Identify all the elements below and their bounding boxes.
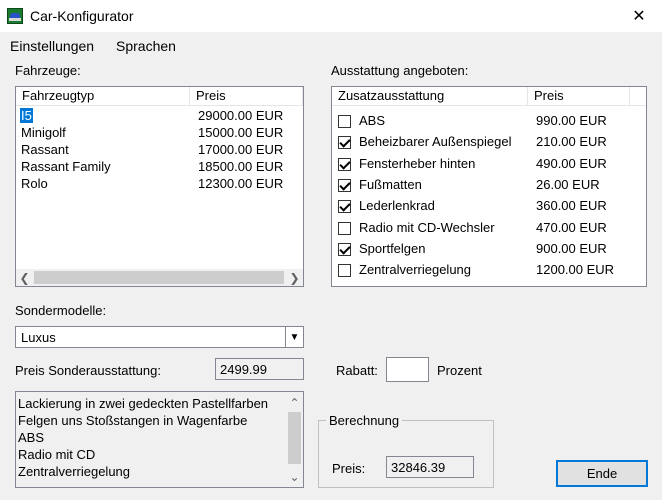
close-button[interactable]: ✕ [616, 0, 662, 32]
fahrzeuge-label: Fahrzeuge: [15, 63, 81, 78]
equipment-name-cell: ABS [359, 113, 386, 128]
vehicle-list-hscrollbar[interactable]: ❮ ❯ [16, 269, 303, 286]
vehicle-type-cell: I5 [20, 108, 33, 123]
checkbox-unchecked-icon[interactable] [338, 264, 351, 278]
menu-einstellungen[interactable]: Einstellungen [10, 38, 94, 54]
vehicle-price-cell: 15000.00 EUR [198, 125, 284, 140]
table-row[interactable]: Fußmatten 26.00 EUR [332, 177, 646, 197]
checkbox-unchecked-icon[interactable] [338, 221, 351, 235]
table-row[interactable]: Rolo 12300.00 EUR [16, 176, 303, 193]
feature-line: Zentralverriegelung [18, 464, 131, 479]
column-header-zusatzausstattung[interactable]: Zusatzausstattung [332, 87, 528, 106]
table-row[interactable]: Rassant Family 18500.00 EUR [16, 159, 303, 176]
preis-sonder-field: 2499.99 [215, 358, 304, 380]
equipment-name-cell: Lederlenkrad [359, 198, 435, 214]
sonder-features-textbox[interactable]: Lackierung in zwei gedeckten Pastellfarb… [15, 391, 304, 488]
checkbox-checked-icon[interactable] [338, 200, 351, 214]
window-title: Car-Konfigurator [30, 8, 134, 24]
features-vscrollbar[interactable]: ⌃ ⌄ [286, 392, 303, 487]
scroll-left-icon[interactable]: ❮ [16, 269, 33, 286]
table-row[interactable]: I5 29000.00 EUR [16, 108, 303, 125]
preis-sonder-value: 2499.99 [220, 362, 267, 377]
vehicle-price-cell: 18500.00 EUR [198, 159, 284, 174]
ende-button[interactable]: Ende [556, 460, 648, 487]
table-row[interactable]: Radio mit CD-Wechsler 470.00 EUR [332, 220, 646, 240]
equipment-name-cell: Zentralverriegelung [359, 262, 472, 278]
checkbox-unchecked-icon[interactable] [338, 115, 351, 128]
vehicle-list[interactable]: Fahrzeugtyp Preis I5 29000.00 EUR Minigolf… [15, 86, 304, 287]
vehicle-type-cell: Rassant [21, 142, 69, 157]
equipment-price-cell: 26.00 EUR [536, 176, 600, 192]
checkbox-checked-icon[interactable] [338, 242, 351, 256]
rabatt-label: Rabatt: [336, 363, 378, 378]
scroll-thumb[interactable] [288, 412, 301, 464]
chevron-down-icon[interactable]: ▼ [285, 327, 303, 347]
ausstattung-label: Ausstattung angeboten: [331, 63, 469, 78]
equipment-list[interactable]: Zusatzausstattung Preis ABS 990.00 EUR Beh… [331, 86, 647, 287]
vehicle-price-cell: 17000.00 EUR [198, 142, 284, 157]
table-row[interactable]: Sportfelgen 900.00 EUR [332, 241, 646, 261]
preis-label: Preis: [332, 461, 366, 476]
feature-line: Radio mit CD [18, 447, 96, 462]
column-header-fahrzeugtyp[interactable]: Fahrzeugtyp [16, 87, 190, 106]
vehicle-list-header: Fahrzeugtyp Preis [16, 87, 303, 106]
sondermodelle-combobox[interactable]: Luxus ▼ [15, 326, 304, 348]
sondermodelle-label: Sondermodelle: [15, 303, 107, 318]
equipment-price-cell: 990.00 EUR [536, 113, 607, 128]
equipment-name-cell: Fußmatten [359, 176, 422, 192]
prozent-label: Prozent [437, 363, 482, 378]
feature-line: ABS [18, 430, 45, 445]
table-row[interactable]: Fensterheber hinten 490.00 EUR [332, 156, 646, 176]
scroll-thumb[interactable] [34, 271, 284, 284]
equipment-price-cell: 900.00 EUR [536, 240, 607, 256]
equipment-list-header: Zusatzausstattung Preis [332, 87, 646, 106]
vehicle-price-cell: 29000.00 EUR [198, 108, 284, 123]
checkbox-checked-icon[interactable] [338, 157, 351, 171]
berechnung-title: Berechnung [326, 413, 403, 428]
table-row[interactable]: Minigolf 15000.00 EUR [16, 125, 303, 142]
equipment-price-cell: 360.00 EUR [536, 198, 607, 214]
equipment-name-cell: Sportfelgen [359, 240, 426, 256]
vehicle-price-cell: 12300.00 EUR [198, 176, 284, 191]
menu-sprachen[interactable]: Sprachen [116, 38, 176, 54]
preis-field: 32846.39 [386, 456, 474, 478]
table-row[interactable]: Rassant 17000.00 EUR [16, 142, 303, 159]
equipment-price-cell: 470.00 EUR [536, 219, 607, 235]
equipment-name-cell: Fensterheber hinten [359, 155, 476, 171]
equipment-price-cell: 210.00 EUR [536, 134, 607, 150]
table-row[interactable]: ABS 990.00 EUR [332, 113, 646, 133]
feature-line: Lackierung in zwei gedeckten Pastellfarb… [18, 396, 269, 411]
preis-value: 32846.39 [391, 460, 446, 475]
table-row[interactable]: Beheizbarer Außenspiegel 210.00 EUR [332, 134, 646, 154]
table-row[interactable]: Lederlenkrad 360.00 EUR [332, 198, 646, 218]
equipment-name-cell: Radio mit CD-Wechsler [359, 219, 495, 235]
rabatt-input[interactable] [386, 357, 429, 382]
title-bar: Car-Konfigurator ✕ [0, 0, 662, 32]
menu-bar: Einstellungen Sprachen [0, 36, 662, 56]
preis-sonder-label: Preis Sonderausstattung: [15, 363, 161, 378]
scroll-down-icon[interactable]: ⌄ [286, 468, 303, 485]
column-header-filler [630, 87, 646, 106]
vehicle-type-cell: Minigolf [21, 125, 66, 140]
combobox-value: Luxus [21, 330, 56, 345]
checkbox-checked-icon[interactable] [338, 136, 351, 150]
column-header-preis[interactable]: Preis [190, 87, 303, 106]
checkbox-checked-icon[interactable] [338, 178, 351, 192]
table-row[interactable]: Zentralverriegelung 1200.00 EUR [332, 262, 646, 282]
equipment-price-cell: 1200.00 EUR [536, 262, 615, 278]
vehicle-type-cell: Rassant Family [21, 159, 111, 174]
equipment-name-cell: Beheizbarer Außenspiegel [359, 134, 512, 150]
feature-line: Felgen uns Stoßstangen in Wagenfarbe [18, 413, 248, 428]
scroll-right-icon[interactable]: ❯ [286, 269, 303, 286]
vehicle-type-cell: Rolo [21, 176, 48, 191]
car-icon [7, 8, 23, 24]
column-header-preis[interactable]: Preis [528, 87, 630, 106]
equipment-price-cell: 490.00 EUR [536, 155, 607, 171]
scroll-up-icon[interactable]: ⌃ [286, 394, 303, 411]
